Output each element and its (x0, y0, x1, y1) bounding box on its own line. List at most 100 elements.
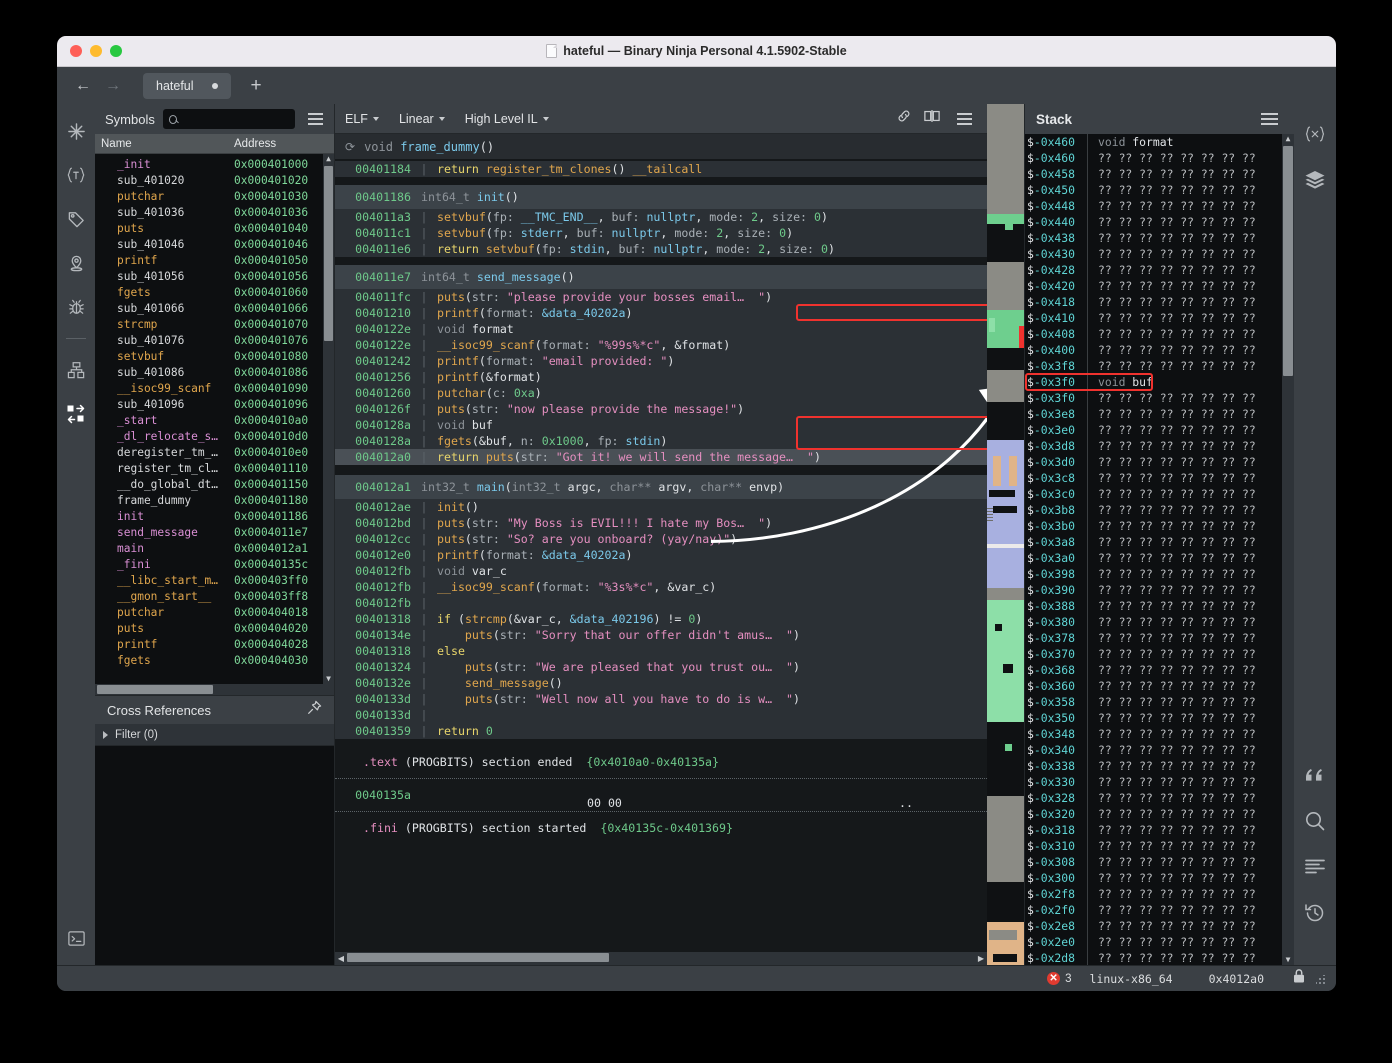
code-line[interactable]: 0040122e | void format (335, 321, 987, 337)
stack-row[interactable]: $-0x3a0 ?? ?? ?? ?? ?? ?? ?? ?? (1025, 550, 1294, 566)
stack-row[interactable]: $-0x320 ?? ?? ?? ?? ?? ?? ?? ?? (1025, 806, 1294, 822)
strings-icon[interactable] (1299, 759, 1331, 791)
stack-row[interactable]: $-0x438 ?? ?? ?? ?? ?? ?? ?? ?? (1025, 230, 1294, 246)
split-pane-icon[interactable] (924, 109, 940, 128)
symbol-row[interactable]: printf 0x000404028 (95, 636, 334, 652)
symbol-row[interactable]: _init 0x000401000 (95, 156, 334, 172)
hscroll-right-arrow[interactable]: ▶ (977, 954, 985, 963)
stack-row[interactable]: $-0x3d8 ?? ?? ?? ?? ?? ?? ?? ?? (1025, 438, 1294, 454)
stack-row[interactable]: $-0x3e8 ?? ?? ?? ?? ?? ?? ?? ?? (1025, 406, 1294, 422)
il-dropdown[interactable]: High Level IL (465, 112, 549, 126)
symbol-row[interactable]: main 0x0004012a1 (95, 540, 334, 556)
symbols-search-input[interactable] (182, 112, 289, 126)
code-line[interactable]: 004011c1 | setvbuf(fp: stderr, buf: nullpt… (335, 225, 987, 241)
symbol-row[interactable]: __do_global_dt… 0x000401150 (95, 476, 334, 492)
link-icon[interactable] (896, 108, 912, 129)
stack-row[interactable]: $-0x410 ?? ?? ?? ?? ?? ?? ?? ?? (1025, 310, 1294, 326)
minimap-grip[interactable] (987, 511, 993, 512)
symbol-row[interactable]: setvbuf 0x000401080 (95, 348, 334, 364)
code-hscroll-thumb[interactable] (347, 953, 609, 962)
stack-row[interactable]: $-0x3f8 ?? ?? ?? ?? ?? ?? ?? ?? (1025, 358, 1294, 374)
code-line[interactable]: 004011e6 | return setvbuf(fp: stdin, buf: … (335, 241, 987, 257)
code-line[interactable]: 004012fb | void var_c (335, 563, 987, 579)
function-header-line[interactable]: 004011e7 int64_t send_message() (335, 265, 987, 289)
symbols-menu-icon[interactable] (303, 113, 328, 125)
stack-row[interactable]: $-0x440 ?? ?? ?? ?? ?? ?? ?? ?? (1025, 214, 1294, 230)
code-line[interactable]: 004011a3 | setvbuf(fp: __TMC_END__, buf: n… (335, 209, 987, 225)
back-button[interactable]: ← (69, 73, 97, 99)
code-line[interactable]: 004011fc | puts(str: "please provide your … (335, 289, 987, 305)
stack-scroll-up-arrow[interactable]: ▲ (1283, 134, 1293, 144)
symbol-row[interactable]: sub_401086 0x000401086 (95, 364, 334, 380)
symbol-row[interactable]: printf 0x000401050 (95, 252, 334, 268)
code-line[interactable]: 004012bd | puts(str: "My Boss is EVIL!!! I… (335, 515, 987, 531)
stack-row[interactable]: $-0x310 ?? ?? ?? ?? ?? ?? ?? ?? (1025, 838, 1294, 854)
symbols-icon[interactable] (61, 116, 91, 146)
stack-row[interactable]: $-0x418 ?? ?? ?? ?? ?? ?? ?? ?? (1025, 294, 1294, 310)
symbol-row[interactable]: sub_401046 0x000401046 (95, 236, 334, 252)
stack-row[interactable]: $-0x308 ?? ?? ?? ?? ?? ?? ?? ?? (1025, 854, 1294, 870)
stack-row[interactable]: $-0x2f8 ?? ?? ?? ?? ?? ?? ?? ?? (1025, 886, 1294, 902)
stack-row[interactable]: $-0x460 void format (1025, 134, 1294, 150)
stack-scroll-down-arrow[interactable]: ▼ (1283, 955, 1293, 965)
stack-row[interactable]: $-0x430 ?? ?? ?? ?? ?? ?? ?? ?? (1025, 246, 1294, 262)
function-header-line[interactable]: 00401186 int64_t init() (335, 185, 987, 209)
current-address-label[interactable]: 0x4012a0 (1191, 972, 1282, 986)
symbols-horizontal-scrollbar[interactable] (95, 684, 334, 695)
layers-icon[interactable] (1299, 164, 1331, 196)
symbol-row[interactable]: sub_401036 0x000401036 (95, 204, 334, 220)
stack-menu-icon[interactable] (1256, 113, 1283, 125)
code-line[interactable]: 0040133d | (335, 707, 987, 723)
symbol-row[interactable]: puts 0x000404020 (95, 620, 334, 636)
symbol-row[interactable]: register_tm_cl… 0x000401110 (95, 460, 334, 476)
stack-row[interactable]: $-0x2f0 ?? ?? ?? ?? ?? ?? ?? ?? (1025, 902, 1294, 918)
raw-bytes-line[interactable]: 0040135a 00 00.. (335, 786, 987, 810)
code-line[interactable]: 00401210 | printf(format: &data_40202a) (335, 305, 987, 321)
symbols-scroll-thumb[interactable] (324, 166, 333, 341)
locations-icon[interactable] (61, 248, 91, 278)
bug-icon[interactable] (61, 292, 91, 322)
stack-row[interactable]: $-0x3e0 ?? ?? ?? ?? ?? ?? ?? ?? (1025, 422, 1294, 438)
code-line[interactable]: 0040128a | void buf (335, 417, 987, 433)
function-header-line[interactable]: 004012a1 int32_t main(int32_t argc, char*… (335, 475, 987, 499)
symbol-row[interactable]: init 0x000401186 (95, 508, 334, 524)
stack-row[interactable]: $-0x3b8 ?? ?? ?? ?? ?? ?? ?? ?? (1025, 502, 1294, 518)
stack-row[interactable]: $-0x3c8 ?? ?? ?? ?? ?? ?? ?? ?? (1025, 470, 1294, 486)
stack-row[interactable]: $-0x3f0 ?? ?? ?? ?? ?? ?? ?? ?? (1025, 390, 1294, 406)
code-line[interactable]: 00401260 | putchar(c: 0xa) (335, 385, 987, 401)
stack-row[interactable]: $-0x3d0 ?? ?? ?? ?? ?? ?? ?? ?? (1025, 454, 1294, 470)
stack-rows-container[interactable]: $-0x460 void format $-0x460 ?? ?? ?? ?? ?? … (1025, 134, 1294, 965)
stack-row[interactable]: $-0x348 ?? ?? ?? ?? ?? ?? ?? ?? (1025, 726, 1294, 742)
symbol-row[interactable]: _start 0x0004010a0 (95, 412, 334, 428)
tags-icon[interactable] (61, 204, 91, 234)
layout-dropdown[interactable]: Linear (399, 112, 445, 126)
types-icon[interactable] (61, 160, 91, 190)
stack-row[interactable]: $-0x388 ?? ?? ?? ?? ?? ?? ?? ?? (1025, 598, 1294, 614)
stack-row[interactable]: $-0x368 ?? ?? ?? ?? ?? ?? ?? ?? (1025, 662, 1294, 678)
stack-row[interactable]: $-0x360 ?? ?? ?? ?? ?? ?? ?? ?? (1025, 678, 1294, 694)
symbol-row[interactable]: __libc_start_m… 0x000403ff0 (95, 572, 334, 588)
stack-row[interactable]: $-0x3a8 ?? ?? ?? ?? ?? ?? ?? ?? (1025, 534, 1294, 550)
code-line[interactable]: 00401242 | printf(format: "email provided:… (335, 353, 987, 369)
log-icon[interactable] (1299, 851, 1331, 883)
stack-transfer-icon[interactable] (61, 399, 91, 429)
symbol-row[interactable]: sub_401020 0x000401020 (95, 172, 334, 188)
stack-row[interactable]: $-0x318 ?? ?? ?? ?? ?? ?? ?? ?? (1025, 822, 1294, 838)
tab-hateful[interactable]: hateful (143, 72, 231, 99)
symbol-row[interactable]: __gmon_start__ 0x000403ff8 (95, 588, 334, 604)
stack-row[interactable]: $-0x3c0 ?? ?? ?? ?? ?? ?? ?? ?? (1025, 486, 1294, 502)
stack-row[interactable]: $-0x370 ?? ?? ?? ?? ?? ?? ?? ?? (1025, 646, 1294, 662)
memory-map-icon[interactable] (61, 355, 91, 385)
symbol-row[interactable]: sub_401066 0x000401066 (95, 300, 334, 316)
stack-row[interactable]: $-0x330 ?? ?? ?? ?? ?? ?? ?? ?? (1025, 774, 1294, 790)
symbol-row[interactable]: _dl_relocate_s… 0x0004010d0 (95, 428, 334, 444)
code-line[interactable]: 004012cc | puts(str: "So? are you onboard?… (335, 531, 987, 547)
symbol-row[interactable]: putchar 0x000401030 (95, 188, 334, 204)
search-icon[interactable] (1299, 805, 1331, 837)
symbol-row[interactable]: deregister_tm_… 0x0004010e0 (95, 444, 334, 460)
code-line[interactable]: 00401256 | printf(&format) (335, 369, 987, 385)
variables-icon[interactable] (1299, 118, 1331, 150)
stack-row[interactable]: $-0x378 ?? ?? ?? ?? ?? ?? ?? ?? (1025, 630, 1294, 646)
stack-row[interactable]: $-0x398 ?? ?? ?? ?? ?? ?? ?? ?? (1025, 566, 1294, 582)
code-line[interactable]: 004012fb | (335, 595, 987, 611)
